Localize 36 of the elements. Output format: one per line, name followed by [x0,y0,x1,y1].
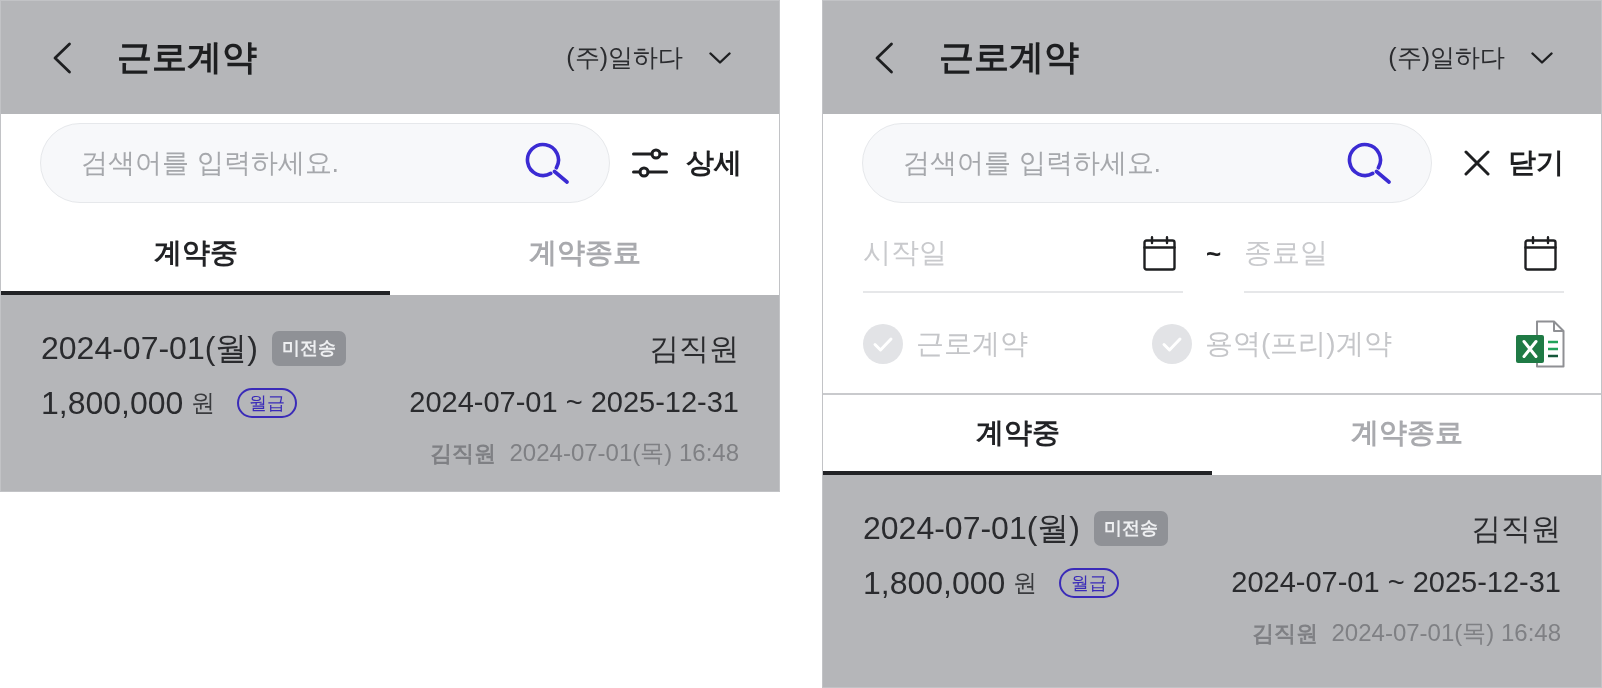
salary-amount: 1,800,000 [863,564,1006,603]
company-selector[interactable]: (주)일하다 [566,38,731,77]
chevron-left-icon[interactable] [52,41,72,74]
search-icon[interactable] [1347,142,1392,184]
company-selector[interactable]: (주)일하다 [1388,38,1553,77]
employee-name: 김직원 [1471,510,1561,547]
sliders-icon [632,148,668,178]
chevron-left-icon[interactable] [874,41,894,74]
range-separator: ~ [1205,237,1222,271]
search-field[interactable]: 검색어를 입력하세요. [862,123,1432,203]
salary-amount: 1,800,000 [41,384,184,423]
page-title: 근로계약 [939,36,1079,79]
page-title: 근로계약 [117,36,257,79]
chevron-down-icon [709,51,731,64]
check-circle-icon[interactable] [863,323,903,364]
employee-name: 김직원 [649,330,739,367]
search-field[interactable]: 검색어를 입력하세요. [40,123,610,203]
contract-date: 2024-07-01(월) [41,329,258,368]
detail-filter-button[interactable]: 상세 [632,142,742,184]
status-tag: 미전송 [1094,510,1168,546]
pay-type-tag: 월급 [237,388,298,418]
chevron-down-icon [1531,51,1553,64]
contract-period: 2024-07-01 ~ 2025-12-31 [409,385,739,421]
calendar-icon[interactable] [1143,236,1176,271]
spreadsheet-icon[interactable] [1516,319,1565,368]
check-circle-icon[interactable] [1152,323,1192,364]
search-icon[interactable] [525,142,570,184]
pay-type-tag: 월급 [1059,568,1120,598]
contract-period: 2024-07-01 ~ 2025-12-31 [1231,565,1561,601]
contract-date: 2024-07-01(월) [863,509,1080,548]
status-tag: 미전송 [272,330,346,366]
close-filter-button[interactable]: 닫기 [1464,142,1564,184]
currency-unit: 원 [1013,568,1038,598]
close-icon [1464,150,1490,176]
calendar-icon[interactable] [1524,236,1557,271]
currency-unit: 원 [191,388,216,418]
